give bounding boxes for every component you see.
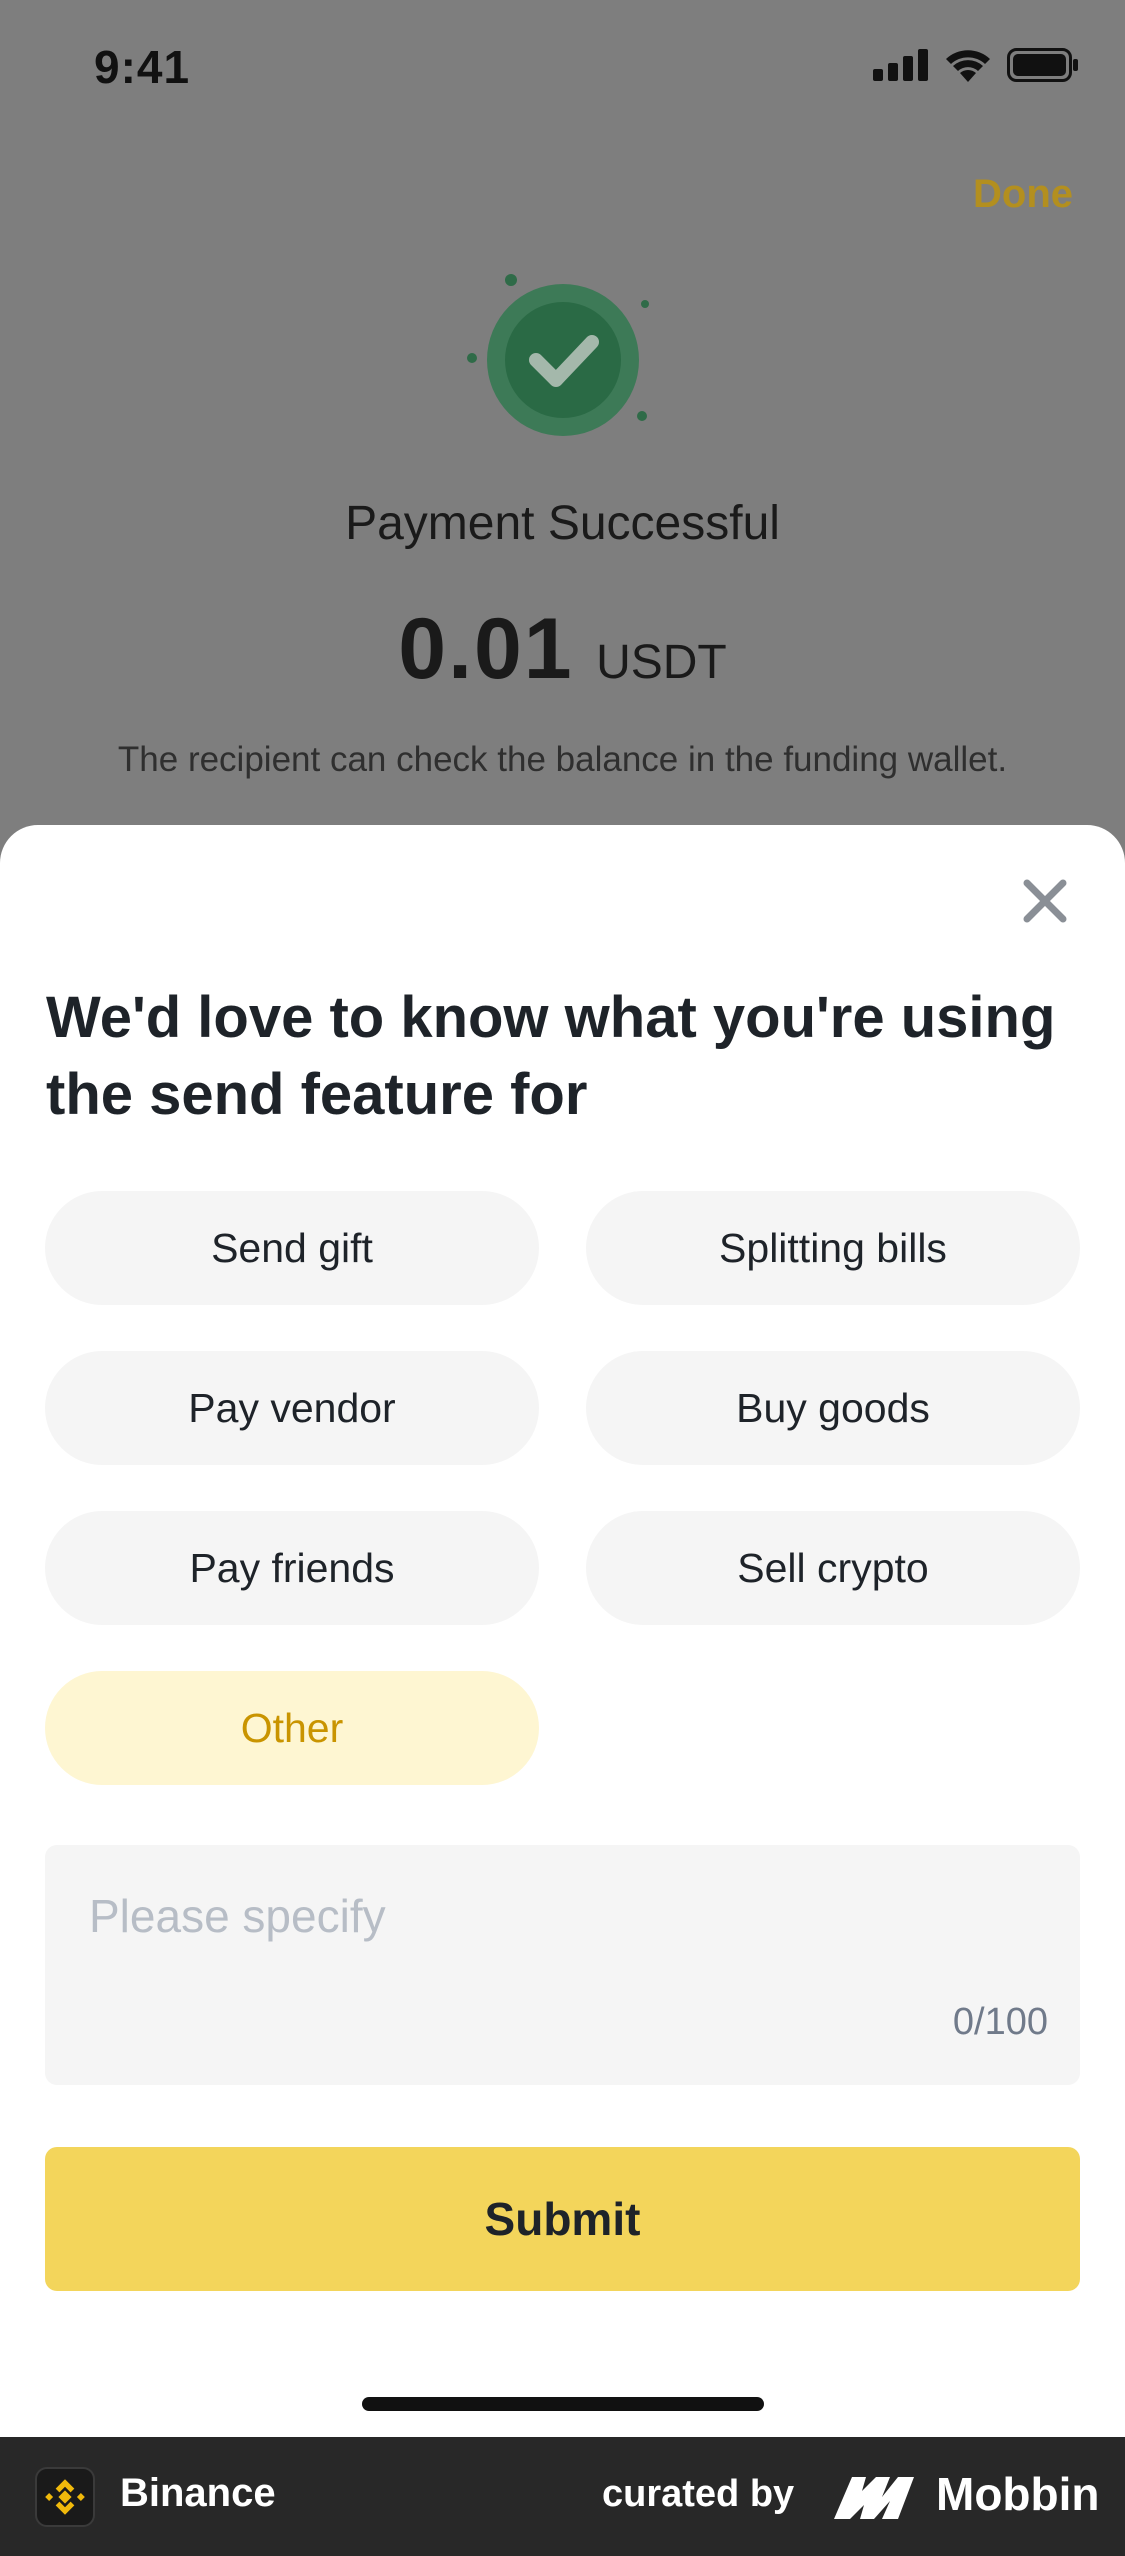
status-icons	[873, 48, 1079, 82]
mobbin-logo-icon	[834, 2477, 914, 2519]
option-sell-crypto[interactable]: Sell crypto	[586, 1511, 1080, 1625]
home-indicator	[362, 2397, 764, 2411]
option-other[interactable]: Other	[45, 1671, 539, 1785]
close-icon[interactable]	[1017, 873, 1073, 929]
cellular-signal-icon	[873, 49, 928, 81]
option-splitting-bills[interactable]: Splitting bills	[586, 1191, 1080, 1305]
submit-button[interactable]: Submit	[45, 2147, 1080, 2291]
option-pay-vendor[interactable]: Pay vendor	[45, 1351, 539, 1465]
amount-display: 0.01 USDT	[0, 600, 1125, 699]
char-count: 0/100	[952, 2001, 1048, 2043]
app-name: Binance	[120, 2471, 276, 2515]
curated-by-label: curated by	[602, 2473, 795, 2515]
option-send-gift[interactable]: Send gift	[45, 1191, 539, 1305]
status-bar: 9:41	[0, 0, 1125, 140]
specify-field[interactable]: 0/100	[45, 1845, 1080, 2085]
battery-icon	[1007, 48, 1078, 82]
brand-bar: Binance curated by Mobbin	[0, 2437, 1125, 2556]
status-time: 9:41	[94, 41, 191, 93]
recipient-note: The recipient can check the balance in t…	[117, 740, 1008, 779]
background-screen: 9:41 Done Payment Successful 0.01 USDT T…	[0, 0, 1125, 900]
mobbin-brand: Mobbin	[936, 2468, 1100, 2520]
done-button[interactable]: Done	[973, 172, 1073, 217]
specify-input[interactable]	[89, 1889, 989, 1943]
binance-logo-icon	[35, 2467, 95, 2527]
success-check-icon	[467, 274, 649, 436]
amount-unit: USDT	[596, 636, 727, 689]
option-buy-goods[interactable]: Buy goods	[586, 1351, 1080, 1465]
wifi-icon	[946, 50, 990, 82]
survey-sheet: We'd love to know what you're using the …	[0, 825, 1125, 2437]
option-pay-friends[interactable]: Pay friends	[45, 1511, 539, 1625]
sheet-title: We'd love to know what you're using the …	[46, 985, 1056, 1127]
payment-title: Payment Successful	[345, 497, 780, 550]
amount-value: 0.01	[398, 601, 574, 697]
